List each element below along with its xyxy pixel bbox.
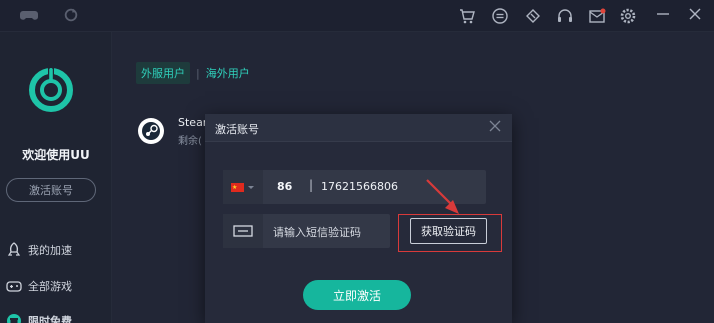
- minimize-icon[interactable]: [654, 5, 672, 23]
- tab-divider: |: [196, 66, 200, 80]
- cart-icon[interactable]: [458, 7, 476, 25]
- gamepad-logo-icon: [20, 11, 38, 20]
- nav-item-all-games[interactable]: 全部游戏: [6, 275, 72, 297]
- country-selector[interactable]: ★: [223, 170, 263, 204]
- sidebar: 欢迎使用UU 激活账号 我的加速 全部游戏 限时免费: [0, 32, 112, 323]
- chevron-down-icon: [248, 186, 254, 189]
- annotation-arrow-icon: [426, 179, 459, 214]
- refresh-icon[interactable]: [62, 7, 80, 23]
- gear-icon[interactable]: [619, 7, 637, 25]
- close-icon[interactable]: [488, 119, 502, 133]
- ticket-icon[interactable]: [524, 7, 542, 25]
- steam-icon[interactable]: [138, 118, 164, 144]
- dialog-title: 激活账号: [215, 123, 259, 136]
- gift-icon: [6, 313, 22, 323]
- welcome-text: 欢迎使用UU: [22, 148, 90, 162]
- phone-number-value[interactable]: 17621566806: [321, 180, 398, 193]
- china-flag-icon: ★: [231, 182, 244, 192]
- country-code: 86: [277, 180, 293, 193]
- sms-code-field[interactable]: 请输入短信验证码: [223, 214, 390, 248]
- nav-label: 全部游戏: [28, 280, 72, 293]
- nav-label: 我的加速: [28, 244, 72, 257]
- nav-item-my-boost[interactable]: 我的加速: [6, 239, 72, 261]
- get-code-button[interactable]: 获取验证码: [410, 218, 487, 244]
- tab-overseas-users[interactable]: 海外用户: [206, 65, 250, 81]
- activate-now-button[interactable]: 立即激活: [303, 280, 411, 310]
- headset-icon[interactable]: [556, 7, 574, 25]
- field-divider: |: [309, 178, 314, 192]
- nav-label: 限时免费: [28, 315, 72, 323]
- steam-remaining: 剩余(: [178, 136, 202, 147]
- gamepad-icon: [6, 278, 22, 294]
- activate-account-button[interactable]: 激活账号: [6, 178, 96, 202]
- uu-logo-icon: [29, 66, 73, 112]
- sms-code-icon-box: [223, 214, 263, 248]
- nav-item-limited-free[interactable]: 限时免费: [6, 310, 72, 323]
- title-bar: [0, 0, 714, 32]
- sms-code-placeholder: 请输入短信验证码: [273, 226, 361, 239]
- mail-icon[interactable]: [588, 7, 606, 25]
- uu-app-window: 欢迎使用UU 激活账号 我的加速 全部游戏 限时免费 外服用户 | 海外用户 S…: [0, 0, 714, 323]
- activate-account-dialog: 激活账号 ★ 86 | 17621566806 请输入短信验证码 获取验证码 立…: [205, 114, 512, 323]
- message-icon[interactable]: [491, 7, 509, 25]
- tab-overseas-server-users[interactable]: 外服用户: [136, 62, 190, 84]
- dialog-header: 激活账号: [205, 114, 512, 142]
- rocket-icon: [6, 242, 22, 258]
- keyboard-icon: [233, 225, 253, 237]
- region-tabs: 外服用户 | 海外用户: [136, 62, 250, 84]
- close-window-icon[interactable]: [686, 5, 704, 23]
